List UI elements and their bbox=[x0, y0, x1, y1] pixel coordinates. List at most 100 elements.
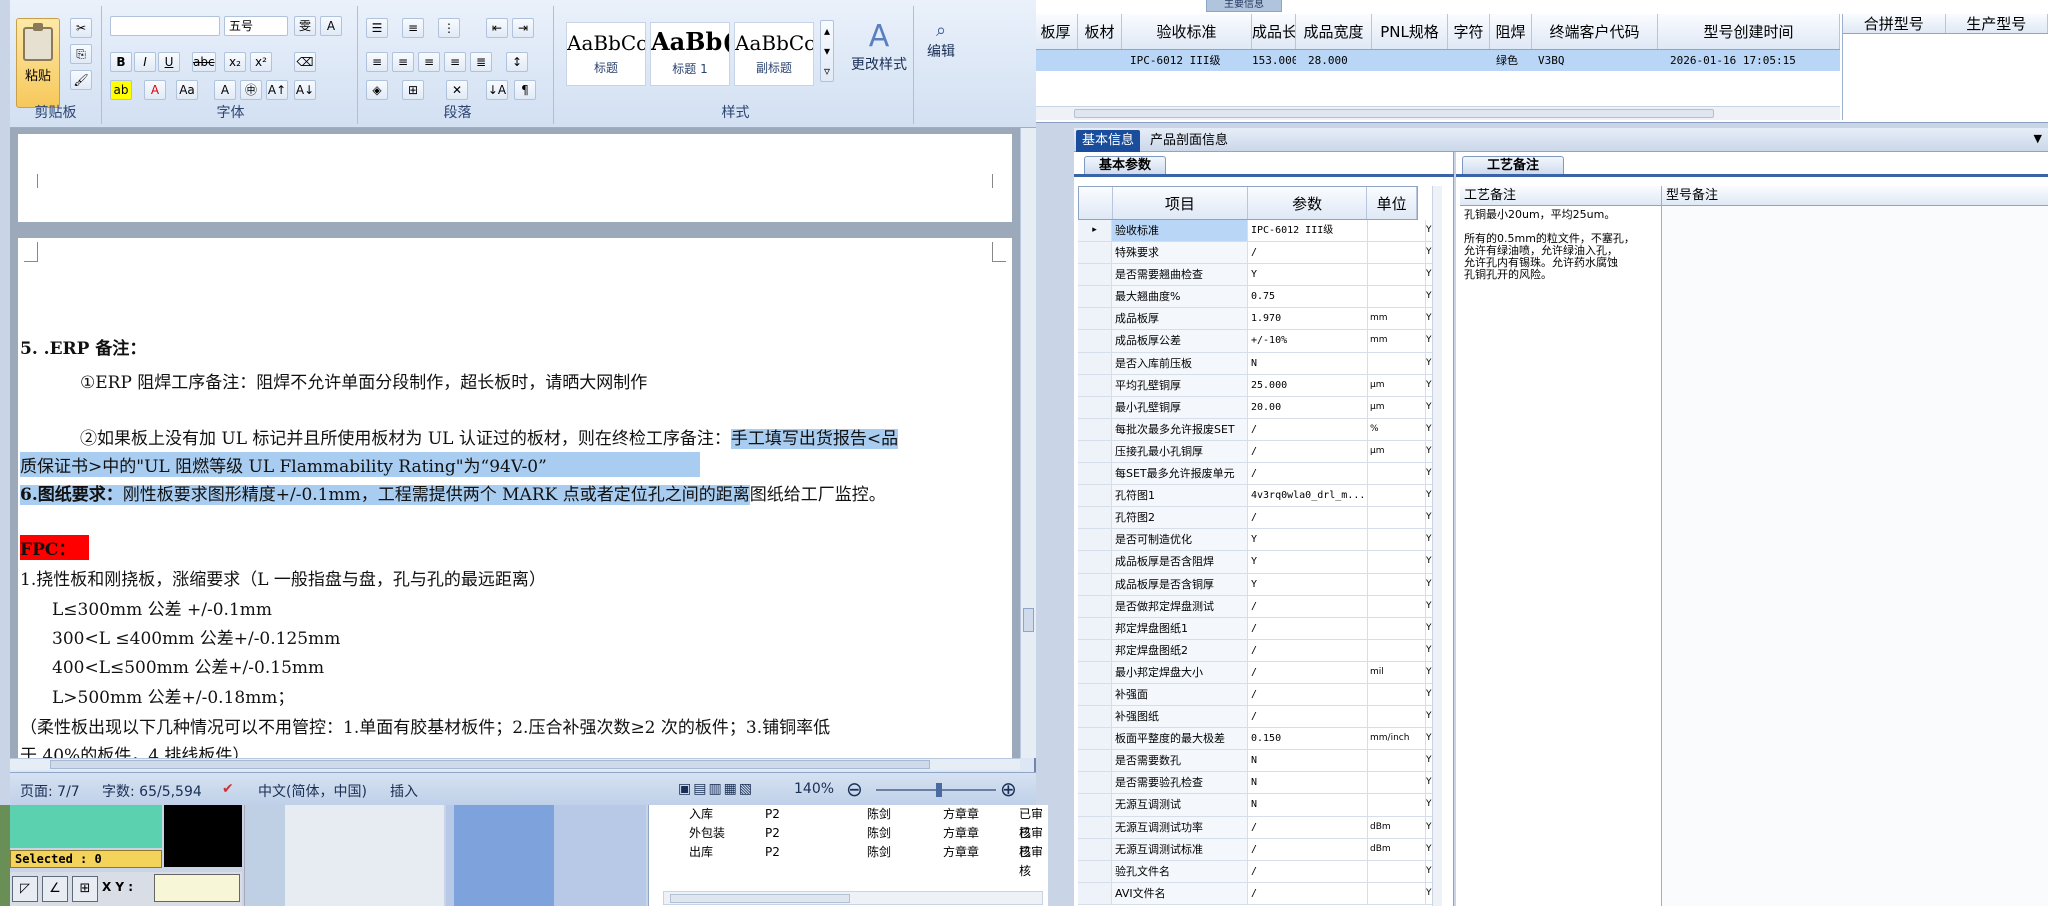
tab-profile-info[interactable]: 产品剖面信息 bbox=[1144, 130, 1234, 152]
param-row[interactable]: 无源互调测试 N Y bbox=[1078, 794, 1432, 817]
list-item[interactable]: 出库 P2 陈剑 方章章 已审核 bbox=[649, 843, 1049, 878]
phonetic-icon[interactable]: 雯 bbox=[294, 16, 316, 36]
col-header[interactable]: 参数 bbox=[1248, 187, 1368, 219]
param-row[interactable]: 无源互调测试标准 / dBm Y bbox=[1078, 838, 1432, 861]
col-header[interactable]: 单位 bbox=[1367, 187, 1417, 219]
param-row[interactable]: 补强图纸 / Y bbox=[1078, 706, 1432, 729]
param-row[interactable]: 压接孔最小孔铜厚 / μm Y bbox=[1078, 440, 1432, 464]
col-header[interactable]: 型号创建时间 bbox=[1658, 14, 1840, 49]
justify-icon[interactable]: ≡ bbox=[444, 52, 466, 72]
paste-button[interactable]: 粘贴 bbox=[16, 18, 60, 108]
param-row[interactable]: 是否可制造优化 Y Y bbox=[1078, 529, 1432, 552]
strikethrough-icon[interactable]: abc bbox=[192, 52, 216, 72]
col-header[interactable]: 板材 bbox=[1078, 14, 1122, 49]
param-row[interactable]: 孔符图1 4v3rq0wla0_drl_m... Y bbox=[1078, 485, 1432, 508]
chevron-down-icon[interactable]: ▼ bbox=[2034, 132, 2042, 145]
param-row[interactable]: 每批次最多允许报废SET /% Y bbox=[1078, 418, 1432, 441]
horizontal-scrollbar[interactable] bbox=[663, 891, 1043, 905]
main-info-tab[interactable]: 主要信息 bbox=[1206, 0, 1282, 12]
param-row[interactable]: 最大翘曲度% 0.75 Y bbox=[1078, 286, 1432, 309]
param-row[interactable]: 是否需要数孔 N Y bbox=[1078, 750, 1432, 773]
zoom-out-icon[interactable]: ⊖ bbox=[846, 777, 863, 801]
list-item[interactable]: 外包装 P2 陈剑 方章章 已审核 bbox=[649, 824, 1049, 859]
word-count[interactable]: 字数: 65/5,594 bbox=[102, 781, 202, 801]
param-row[interactable]: 孔符图2/Y bbox=[1078, 507, 1432, 530]
styles-scroll[interactable]: ▴ ▾ ▿ bbox=[820, 20, 834, 82]
italic-icon[interactable]: I bbox=[134, 52, 156, 72]
style-title[interactable]: AaBbCc 标题 bbox=[566, 22, 646, 86]
col-header[interactable]: 生产型号 bbox=[1946, 14, 2048, 33]
align-center-icon[interactable]: ≡ bbox=[392, 52, 414, 72]
zoom-level[interactable]: 140% bbox=[794, 781, 834, 797]
col-header[interactable]: 成品长度 bbox=[1252, 14, 1296, 49]
align-left-icon[interactable]: ≡ bbox=[366, 52, 388, 72]
align-right-icon[interactable]: ≡ bbox=[418, 52, 440, 72]
param-row[interactable]: 邦定焊盘图纸1/Y bbox=[1078, 617, 1432, 640]
param-row[interactable]: 成品板厚 1.970 mm Y bbox=[1078, 308, 1432, 331]
param-row[interactable]: 补强面 / Y bbox=[1078, 683, 1432, 707]
enclose-char-icon[interactable]: ㊥ bbox=[240, 80, 262, 100]
style-heading1[interactable]: AaBb( 标题 1 bbox=[650, 22, 730, 86]
show-marks-icon[interactable]: ¶ bbox=[514, 80, 536, 100]
copy-icon[interactable]: ⎘ bbox=[70, 44, 92, 64]
grid-tool-icon[interactable]: ⊞ bbox=[72, 876, 98, 902]
param-row[interactable]: 是否做邦定焊盘测试 / Y bbox=[1078, 595, 1432, 618]
layer-color-swatch[interactable] bbox=[10, 805, 162, 848]
shrink-font-icon[interactable]: A↓ bbox=[294, 80, 316, 100]
param-row[interactable]: 最小孔壁铜厚 20.00 μm Y bbox=[1078, 396, 1432, 419]
bold-icon[interactable]: B bbox=[110, 52, 132, 72]
param-row[interactable]: AVI文件名 / Y bbox=[1078, 882, 1432, 905]
horizontal-scrollbar[interactable] bbox=[10, 758, 1020, 770]
page-indicator[interactable]: 页面: 7/7 bbox=[20, 781, 80, 801]
highlight-icon[interactable]: ab bbox=[110, 80, 132, 100]
col-header[interactable]: 字符 bbox=[1448, 14, 1490, 49]
bullets-icon[interactable]: ☰ bbox=[366, 18, 388, 38]
line-spacing-icon[interactable]: ↕ bbox=[506, 52, 528, 72]
col-header[interactable]: PNL规格 bbox=[1372, 14, 1448, 49]
col-header[interactable]: 合拼型号 bbox=[1843, 14, 1946, 33]
distribute-icon[interactable]: ≣ bbox=[470, 52, 492, 72]
col-header[interactable]: 阻焊 bbox=[1490, 14, 1532, 49]
param-row[interactable]: 成品板厚是否含阻焊 Y Y bbox=[1078, 551, 1432, 574]
tab-basic-params[interactable]: 基本参数 bbox=[1084, 156, 1167, 174]
font-size-select[interactable]: 五号 bbox=[224, 16, 288, 36]
process-note-text[interactable]: 孔铜最小20um，平均25um。 所有的0.5mm的粒文件，不塞孔， 允许有绿油… bbox=[1460, 206, 1661, 284]
param-row[interactable]: 平均孔壁铜厚 25.000 μm Y bbox=[1078, 374, 1432, 397]
multilevel-list-icon[interactable]: ⋮ bbox=[438, 18, 460, 38]
param-row[interactable]: 最小邦定焊盘大小 / mil Y bbox=[1078, 661, 1432, 684]
col-header[interactable]: 项目 bbox=[1113, 187, 1248, 219]
col-header[interactable]: 成品宽度 bbox=[1296, 14, 1372, 49]
sort-icon[interactable]: ↓A bbox=[486, 80, 508, 100]
param-row[interactable]: 成品板厚公差 +/-10% mm Y bbox=[1078, 330, 1432, 353]
edit-button[interactable]: ⌕ 编辑 bbox=[922, 20, 960, 61]
param-row[interactable]: 邦定焊盘图纸2/Y bbox=[1078, 639, 1432, 662]
proofing-icon[interactable]: ✔ bbox=[222, 781, 234, 797]
col-header[interactable]: 验收标准 bbox=[1122, 14, 1252, 49]
subscript-icon[interactable]: x₂ bbox=[224, 52, 246, 72]
param-row[interactable]: 每SET最多允许报废单元 / Y bbox=[1078, 463, 1432, 486]
col-header[interactable]: 终端客户代码 bbox=[1532, 14, 1658, 49]
numbering-icon[interactable]: ≡ bbox=[402, 18, 424, 38]
borders-icon[interactable]: ⊞ bbox=[402, 80, 424, 100]
font-color-icon[interactable]: A bbox=[144, 80, 166, 100]
document-area[interactable]: 5. .ERP 备注： ①ERP 阻焊工序备注：阻焊不允许单面分段制作，超长板时… bbox=[10, 128, 1020, 758]
param-row[interactable]: 无源互调测试功率 / dBm Y bbox=[1078, 816, 1432, 839]
param-row[interactable]: 成品板厚是否含铜厚 Y Y bbox=[1078, 573, 1432, 596]
model-grid-row[interactable]: IPC-6012 III级 153.000 28.000 绿色 V3BQ 202… bbox=[1034, 50, 1840, 71]
param-row[interactable]: 是否入库前压板 N Y bbox=[1078, 352, 1432, 375]
xy-input[interactable] bbox=[154, 874, 240, 902]
clear-format-icon[interactable]: ⌫ bbox=[294, 52, 316, 72]
tab-basic-info[interactable]: 基本信息 bbox=[1076, 130, 1141, 152]
language-indicator[interactable]: 中文(简体，中国) bbox=[258, 781, 367, 801]
col-header[interactable]: 板厚 bbox=[1034, 14, 1078, 49]
format-painter-icon[interactable]: 🖌 bbox=[70, 70, 92, 90]
param-row[interactable]: 是否需要验孔检查 N Y bbox=[1078, 772, 1432, 795]
param-row[interactable]: 板面平整度的最大极差 0.150 mm/inch Y bbox=[1078, 728, 1432, 751]
view-buttons[interactable]: ▣▤▥▦▧ bbox=[678, 781, 754, 797]
shading-icon[interactable]: ◈ bbox=[366, 80, 388, 100]
horizontal-scrollbar[interactable] bbox=[1034, 106, 1840, 120]
grow-font-icon[interactable]: A↑ bbox=[266, 80, 288, 100]
underline-icon[interactable]: U bbox=[158, 52, 180, 72]
param-row[interactable]: 特殊要求 / Y bbox=[1078, 242, 1432, 265]
measure-tool-icon[interactable]: ∠ bbox=[42, 876, 68, 902]
